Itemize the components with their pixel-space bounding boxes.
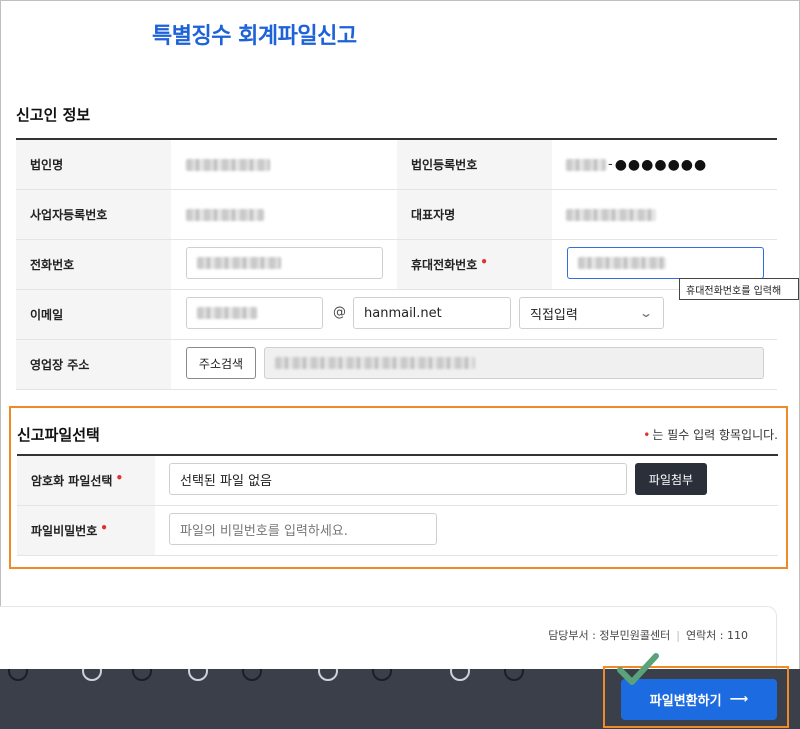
footer-contact-info: 담당부서 : 정부민원콜센터 | 연락처 : 110 bbox=[548, 629, 748, 642]
required-mark-icon: • bbox=[643, 428, 651, 442]
department-text: 담당부서 : 정부민원콜센터 bbox=[548, 629, 671, 642]
masked-digits: ●●●●●●● bbox=[614, 156, 708, 173]
step-circle-icon bbox=[8, 669, 28, 681]
representative-name-value bbox=[566, 190, 656, 239]
step-circle-icon bbox=[242, 669, 262, 681]
step-circle-icon bbox=[318, 669, 338, 681]
required-mark-icon: • bbox=[115, 470, 124, 485]
step-circle-icon bbox=[450, 669, 470, 681]
attach-file-button[interactable]: 파일첨부 bbox=[635, 463, 707, 495]
corp-reg-number-label: 법인등록번호 bbox=[397, 140, 552, 189]
address-input[interactable] bbox=[264, 347, 764, 379]
encrypted-file-label: 암호화 파일선택 • bbox=[17, 456, 155, 505]
step-circle-icon bbox=[188, 669, 208, 681]
corp-name-value bbox=[186, 140, 270, 189]
business-reg-number-value bbox=[186, 190, 264, 239]
step-circle-icon bbox=[82, 669, 102, 681]
file-password-label: 파일비밀번호 • bbox=[17, 506, 155, 555]
email-domain-select[interactable]: 직접입력 ⌄ bbox=[519, 297, 664, 329]
email-select-value: 직접입력 bbox=[530, 307, 578, 323]
table-row: 사업자등록번호 대표자명 bbox=[16, 190, 777, 240]
email-domain-input[interactable]: hanmail.net bbox=[353, 297, 511, 329]
file-password-input[interactable]: 파일의 비밀번호를 입력하세요. bbox=[169, 513, 437, 545]
checkmark-icon bbox=[617, 653, 659, 685]
corp-reg-number-value: - ●●●●●●● bbox=[566, 140, 707, 189]
contact-text: 연락처 : 110 bbox=[685, 629, 748, 642]
email-id-input[interactable] bbox=[186, 297, 323, 329]
required-note: • 는 필수 입력 항목입니다. bbox=[643, 428, 778, 442]
arrow-right-icon: ⟶ bbox=[729, 692, 749, 707]
mobile-label: 휴대전화번호 • bbox=[397, 240, 552, 289]
step-circle-icon bbox=[132, 669, 152, 681]
address-label: 영업장 주소 bbox=[16, 340, 171, 389]
business-reg-number-label: 사업자등록번호 bbox=[16, 190, 171, 239]
email-at-sign: @ bbox=[333, 305, 346, 320]
page-title: 특별징수 회계파일신고 bbox=[152, 24, 357, 49]
corp-name-label: 법인명 bbox=[16, 140, 171, 189]
step-circle-icon bbox=[372, 669, 392, 681]
email-label: 이메일 bbox=[16, 290, 171, 339]
phone-label: 전화번호 bbox=[16, 240, 171, 289]
required-mark-icon: • bbox=[480, 254, 488, 269]
required-mark-icon: • bbox=[100, 520, 108, 535]
table-row: 법인명 법인등록번호 - ●●●●●●● bbox=[16, 140, 777, 190]
mobile-input[interactable] bbox=[567, 247, 764, 279]
address-search-button[interactable]: 주소검색 bbox=[186, 347, 256, 379]
reporter-section-title: 신고인 정보 bbox=[16, 106, 91, 124]
file-section-title: 신고파일선택 bbox=[17, 426, 100, 444]
file-name-display[interactable]: 선택된 파일 없음 bbox=[169, 463, 627, 495]
representative-name-label: 대표자명 bbox=[397, 190, 552, 239]
chevron-down-icon: ⌄ bbox=[638, 306, 654, 320]
mobile-tooltip: 휴대전화번호를 입력해 bbox=[679, 278, 799, 300]
step-circle-icon bbox=[504, 669, 524, 681]
convert-button-label: 파일변환하기 bbox=[649, 694, 722, 709]
phone-input[interactable] bbox=[186, 247, 383, 279]
